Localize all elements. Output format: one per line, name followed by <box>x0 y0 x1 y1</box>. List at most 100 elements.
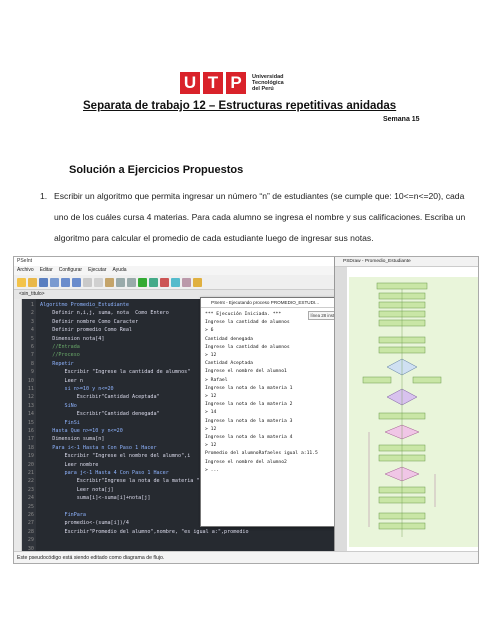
menu-editar[interactable]: Editar <box>40 266 53 275</box>
flow-aceptada <box>362 376 392 384</box>
line-number: 13 <box>27 402 34 409</box>
line-number: 10 <box>27 377 34 384</box>
code-text: Hasta Que n>=10 y n<=20 <box>40 428 123 434</box>
side-panel[interactable] <box>14 299 22 552</box>
export-icon[interactable] <box>182 277 191 287</box>
code-line[interactable]: 27 promedio<-(suma[i])/4 <box>22 519 129 527</box>
code-line[interactable]: 7 //Proceso <box>22 351 80 359</box>
cut-icon[interactable] <box>83 277 92 287</box>
flowchart-icon[interactable] <box>171 277 180 287</box>
line-number: 19 <box>27 453 34 460</box>
code-text: Escribir "Ingrese la cantidad de alumnos… <box>40 369 191 376</box>
code-text: Leer nombre <box>40 461 99 468</box>
console-line: Ingrese la cantidad de alumnos <box>205 344 290 350</box>
document-title: Separata de trabajo 12 – Estructuras rep… <box>83 100 397 112</box>
code-line[interactable]: 12 Escribir"Cantidad Aceptada" <box>22 393 160 401</box>
code-text: Definir n,i,j, suma, nota Como Entero <box>40 310 169 317</box>
code-line[interactable]: 26 FinPara <box>22 511 86 519</box>
console-line: > Rafael <box>205 377 228 383</box>
line-number: 23 <box>27 486 34 493</box>
line-number: 21 <box>27 470 34 476</box>
console-line: Cantidad Aceptada <box>205 361 253 367</box>
code-line[interactable]: 29 <box>22 536 40 544</box>
flowchart-window[interactable]: PSDraw - Promedio_Estudiante <box>334 257 478 553</box>
week-label: Semana 15 <box>383 116 420 123</box>
console-line: Ingrese la nota de la materia 4 <box>205 435 293 441</box>
code-line[interactable]: 20 Leer nombre <box>22 461 98 469</box>
code-line[interactable]: 11 si n>=10 y n<=20 <box>22 385 114 393</box>
code-line[interactable]: 25 <box>22 503 40 511</box>
menu-archivo[interactable]: Archivo <box>17 266 34 275</box>
code-line[interactable]: 17 Dimension suma[n] <box>22 435 105 443</box>
code-line[interactable]: 1 Algoritmo Promedio_Estudiante <box>22 301 129 309</box>
help-icon[interactable] <box>193 277 202 287</box>
code-line[interactable]: 10 Leer n <box>22 377 83 385</box>
flowchart-toolbar[interactable] <box>335 267 347 553</box>
exercise-number: 1. <box>40 191 48 201</box>
console-line: Ingrese el nombre del alumno2 <box>205 459 287 465</box>
find-icon[interactable] <box>127 277 136 287</box>
indent-icon[interactable] <box>116 277 125 287</box>
exercise-1: 1. Escribir un algoritmo que permita ing… <box>40 186 480 249</box>
code-text: Escribir"Cantidad denegada" <box>40 411 160 418</box>
line-number: 1 <box>30 302 34 308</box>
paste-icon[interactable] <box>105 277 114 287</box>
redo-icon[interactable] <box>72 277 81 287</box>
run-icon[interactable] <box>138 277 147 287</box>
console-line: > 12 <box>205 394 217 400</box>
ide-statusbar: Este pseudocódigo está siendo editado co… <box>14 551 478 563</box>
console-line: > 6 <box>205 328 214 334</box>
code-text: FinSi <box>40 419 80 426</box>
code-line[interactable]: 13 SiNo <box>22 402 77 410</box>
code-line[interactable]: 28 Escribir"Promedio del alumno",nombre,… <box>22 528 249 536</box>
code-line[interactable]: 19 Escribir "Ingrese el nombre del alumn… <box>22 452 190 460</box>
console-line: Ingrese la cantidad de alumnos <box>205 320 290 326</box>
console-output: *** Ejecución Iniciada. *** Ingrese la ca… <box>205 311 318 475</box>
code-line[interactable]: 24 suma[i]<-suma[i]+nota[j] <box>22 494 151 502</box>
code-line[interactable]: 5 Dimension nota[4] <box>22 335 104 343</box>
line-number: 14 <box>27 411 34 418</box>
open-file-icon[interactable] <box>28 277 37 287</box>
code-line[interactable]: 14 Escribir"Cantidad denegada" <box>22 410 160 418</box>
code-text: //Entrada <box>40 344 80 350</box>
line-number: 20 <box>27 461 34 468</box>
code-text: Escribir"Cantidad Aceptada" <box>40 394 160 401</box>
code-line[interactable]: 6 //Entrada <box>22 343 80 351</box>
code-line[interactable]: 15 FinSi <box>22 419 80 427</box>
line-number: 11 <box>27 386 34 392</box>
code-line[interactable]: 9 Escribir "Ingrese la cantidad de alumn… <box>22 368 190 376</box>
menu-configurar[interactable]: Configurar <box>59 266 82 275</box>
code-line[interactable]: 3 Definir nombre Como Caracter <box>22 318 138 326</box>
new-file-icon[interactable] <box>17 277 26 287</box>
code-text: Leer nota[j] <box>40 486 114 493</box>
code-line[interactable]: 8 Repetir <box>22 360 74 368</box>
exercise-text: Escribir un algoritmo que permita ingres… <box>54 191 466 243</box>
section-heading: Solución a Ejercicios Propuestos <box>69 164 244 176</box>
save-as-icon[interactable] <box>50 277 59 287</box>
line-number: 18 <box>27 444 34 451</box>
code-line[interactable]: 23 Leer nota[j] <box>22 486 114 494</box>
console-line: > 12 <box>205 353 217 359</box>
code-line[interactable]: 18 Para i<-1 Hasta n Con Paso 1 Hacer <box>22 444 157 452</box>
stop-icon[interactable] <box>160 277 169 287</box>
console-line: Ingrese el nombre del alumno1 <box>205 369 287 375</box>
code-line[interactable]: 4 Definir promedio Como Real <box>22 326 132 334</box>
step-icon[interactable] <box>149 277 158 287</box>
flowchart-canvas[interactable] <box>349 277 478 547</box>
pseint-screenshot: PSeInt Archivo Editar Configurar Ejecuta… <box>13 256 479 564</box>
console-line: Ingrese la nota de la materia 3 <box>205 418 293 424</box>
line-number: 24 <box>27 495 34 502</box>
code-line[interactable]: 22 Escribir"Ingrese la nota de la materi… <box>22 477 206 485</box>
code-line[interactable]: 16 Hasta Que n>=10 y n<=20 <box>22 427 123 435</box>
copy-icon[interactable] <box>94 277 103 287</box>
line-number: 27 <box>27 520 34 527</box>
code-text: si n>=10 y n<=20 <box>40 386 114 392</box>
code-text: Dimension nota[4] <box>40 335 105 342</box>
menu-ayuda[interactable]: Ayuda <box>112 266 126 275</box>
code-line[interactable]: 21 para j<-1 Hasta 4 Con Paso 1 Hacer <box>22 469 169 477</box>
save-icon[interactable] <box>39 277 48 287</box>
menu-ejecutar[interactable]: Ejecutar <box>88 266 106 275</box>
undo-icon[interactable] <box>61 277 70 287</box>
code-line[interactable]: 2 Definir n,i,j, suma, nota Como Entero <box>22 309 169 317</box>
code-text: Escribir"Promedio del alumno",nombre, "e… <box>40 528 249 535</box>
